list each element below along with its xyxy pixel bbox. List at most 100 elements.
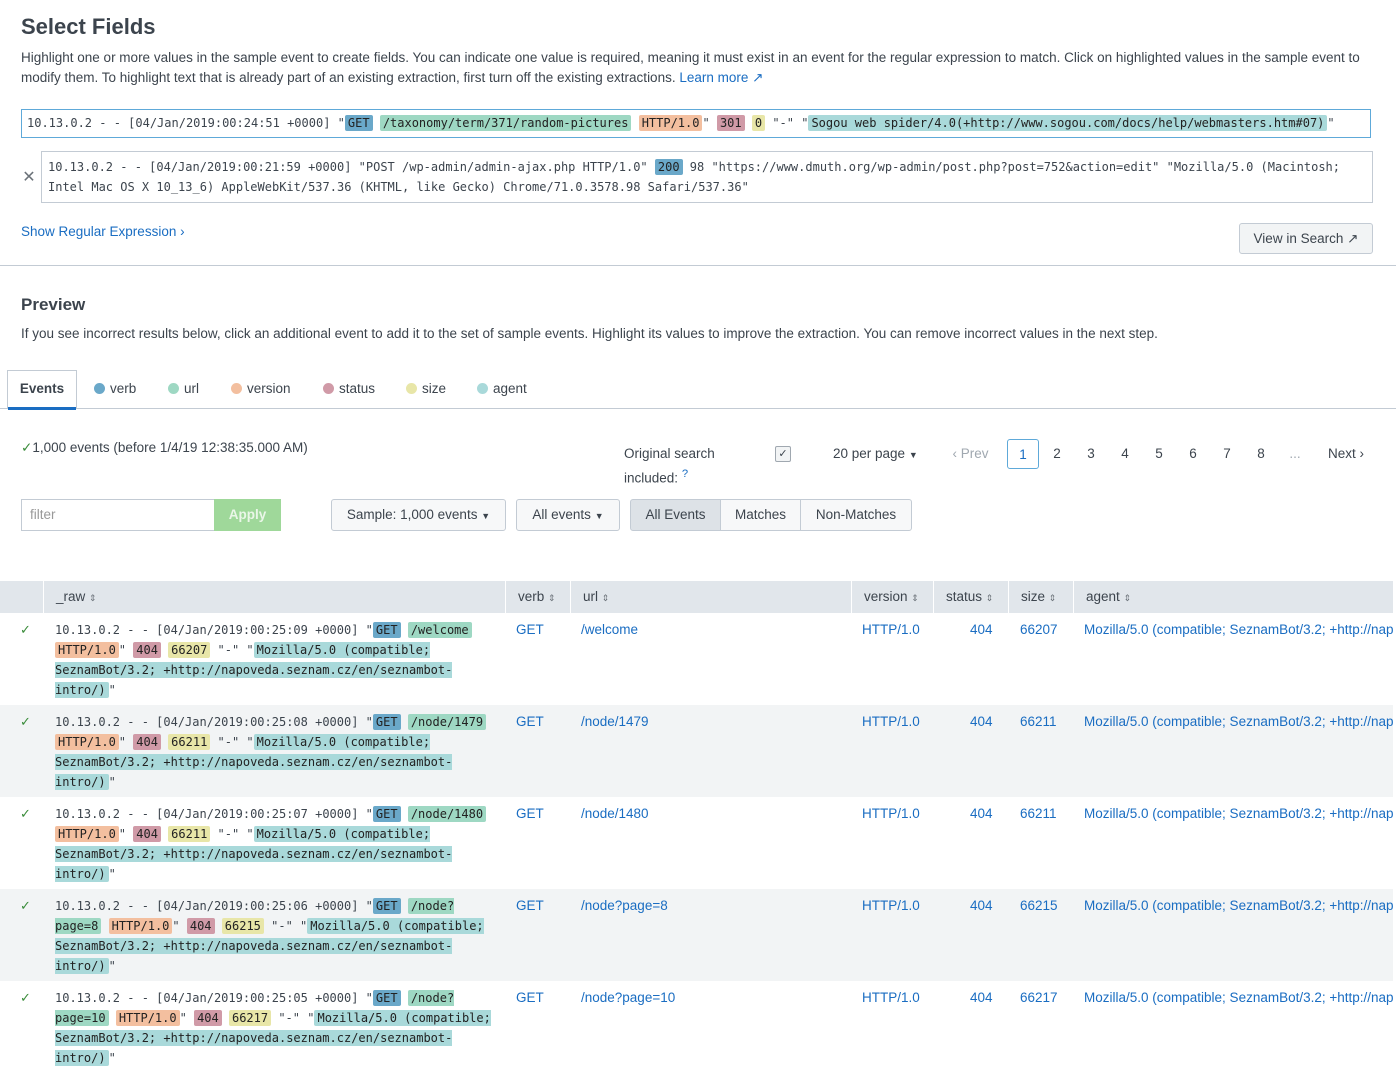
dot-icon (168, 383, 179, 394)
segment-non-matches[interactable]: Non-Matches (800, 499, 912, 531)
tab-field-agent[interactable]: agent (477, 381, 527, 396)
sample-dropdown[interactable]: Sample: 1,000 events ▼ (331, 499, 506, 531)
per-page-dropdown[interactable]: 20 per page ▼ (833, 446, 918, 461)
raw-ts: 25:07 (271, 807, 308, 821)
raw-version[interactable]: HTTP/1.0 (115, 1010, 180, 1026)
raw-size[interactable]: 66215 (221, 918, 264, 934)
raw-size[interactable]: 66207 (168, 642, 211, 658)
sample-dash: "-" " (772, 116, 809, 130)
highlight-agent[interactable]: Sogou web spider/4.0(+http://www.sogou.c… (808, 115, 1328, 131)
highlight-verb[interactable]: GET (344, 115, 373, 131)
raw-event[interactable]: 10.13.0.2 - - [04/Jan/2019:00:25:06 +000… (55, 896, 495, 976)
raw-size[interactable]: 66217 (228, 1010, 272, 1026)
sort-icon: ⇕ (911, 593, 919, 603)
tab-field-verb[interactable]: verb (94, 381, 136, 396)
all-events-dropdown[interactable]: All events ▼ (516, 499, 620, 531)
page-8[interactable]: 8 (1245, 439, 1277, 469)
raw-version[interactable]: HTTP/1.0 (108, 918, 173, 934)
raw-size[interactable]: 66211 (168, 734, 211, 750)
column-url[interactable]: url ⇕ (570, 581, 851, 613)
show-regex-label: Show Regular Expression (21, 224, 177, 239)
show-regex-link[interactable]: Show Regular Expression › (21, 224, 185, 239)
tab-events[interactable]: Events (7, 370, 77, 410)
highlight-url[interactable]: /taxonomy/term/371/random-pictures (379, 115, 632, 131)
apply-button[interactable]: Apply (214, 499, 281, 531)
raw-version[interactable]: HTTP/1.0 (55, 826, 119, 842)
column-version[interactable]: version ⇕ (851, 581, 933, 613)
column-agent[interactable]: agent ⇕ (1073, 581, 1393, 613)
raw-url[interactable]: /welcome (407, 622, 472, 638)
raw-verb[interactable]: GET (372, 898, 401, 914)
raw-status[interactable]: 404 (194, 1010, 222, 1026)
extra-highlight-status[interactable]: 200 (654, 159, 683, 175)
raw-size[interactable]: 66211 (168, 826, 211, 842)
help-icon[interactable]: ? (682, 468, 688, 480)
additional-event[interactable]: 10.13.0.2 - - [04/Jan/2019:00:21:59 +000… (41, 151, 1373, 203)
tab-field-version[interactable]: version (231, 381, 291, 396)
tab-field-url[interactable]: url (168, 381, 199, 396)
learn-more-link[interactable]: Learn more ↗ (679, 70, 763, 85)
raw-event[interactable]: 10.13.0.2 - - [04/Jan/2019:00:25:07 +000… (55, 804, 495, 884)
page-3[interactable]: 3 (1075, 439, 1107, 469)
column-raw[interactable]: _raw ⇕ (43, 581, 505, 613)
pagination-prev[interactable]: ‹ Prev (948, 439, 993, 469)
table-row[interactable]: ✓ 10.13.0.2 - - [04/Jan/2019:00:25:05 +00… (0, 981, 1393, 1073)
column-verb[interactable]: verb ⇕ (505, 581, 570, 613)
page-6[interactable]: 6 (1177, 439, 1209, 469)
raw-verb[interactable]: GET (372, 806, 401, 822)
column-size[interactable]: size ⇕ (1008, 581, 1073, 613)
original-search-checkbox[interactable]: ✓ (775, 446, 791, 462)
table-row[interactable]: ✓ 10.13.0.2 - - [04/Jan/2019:00:25:09 +00… (0, 613, 1393, 705)
sort-icon: ⇕ (548, 593, 556, 603)
pagination-next[interactable]: Next › (1320, 439, 1372, 469)
preview-description: If you see incorrect results below, clic… (21, 326, 1158, 341)
raw-version[interactable]: HTTP/1.0 (55, 734, 119, 750)
table-row[interactable]: ✓ 10.13.0.2 - - [04/Jan/2019:00:25:06 +00… (0, 889, 1393, 981)
segment-matches[interactable]: Matches (720, 499, 801, 531)
raw-url[interactable]: /node/1480 (407, 806, 487, 822)
field-label: version (247, 381, 291, 396)
col-label: _raw (56, 589, 86, 604)
cell-url: /node?page=10 (581, 990, 676, 1005)
raw-verb[interactable]: GET (372, 990, 401, 1006)
filter-input[interactable]: filter (21, 499, 215, 531)
page-2[interactable]: 2 (1041, 439, 1073, 469)
raw-url[interactable]: /node/1479 (407, 714, 487, 730)
segment-all-events[interactable]: All Events (630, 499, 721, 531)
raw-event[interactable]: 10.13.0.2 - - [04/Jan/2019:00:25:05 +000… (55, 988, 495, 1068)
sort-icon: ⇕ (601, 593, 610, 603)
highlight-version[interactable]: HTTP/1.0 (638, 115, 703, 131)
page-ellipsis: ... (1289, 446, 1301, 461)
page-5[interactable]: 5 (1143, 439, 1175, 469)
remove-event-icon[interactable]: ✕ (21, 167, 37, 187)
raw-version[interactable]: HTTP/1.0 (55, 642, 119, 658)
highlight-size[interactable]: 0 (751, 115, 766, 131)
highlight-status[interactable]: 301 (716, 115, 745, 131)
raw-status[interactable]: 404 (133, 642, 161, 658)
raw-status[interactable]: 404 (186, 918, 215, 934)
raw-event[interactable]: 10.13.0.2 - - [04/Jan/2019:00:25:09 +000… (55, 620, 495, 700)
raw-status[interactable]: 404 (133, 734, 161, 750)
caret-down-icon: ▼ (908, 450, 918, 460)
table-row[interactable]: ✓ 10.13.0.2 - - [04/Jan/2019:00:25:08 +00… (0, 705, 1393, 797)
col-label: verb (518, 589, 545, 604)
page-7[interactable]: 7 (1211, 439, 1243, 469)
tab-field-size[interactable]: size (406, 381, 446, 396)
dot-icon (323, 383, 334, 394)
page-4[interactable]: 4 (1109, 439, 1141, 469)
sample-event[interactable]: 10.13.0.2 - - [04/Jan/2019:00:24:51 +000… (21, 109, 1371, 138)
raw-verb[interactable]: GET (372, 714, 401, 730)
tab-field-status[interactable]: status (323, 381, 375, 396)
cell-status: 404 (970, 898, 993, 913)
raw-status[interactable]: 404 (133, 826, 161, 842)
cell-version: HTTP/1.0 (862, 898, 920, 913)
table-row[interactable]: ✓ 10.13.0.2 - - [04/Jan/2019:00:25:07 +00… (0, 797, 1393, 889)
dot-icon (477, 383, 488, 394)
raw-event[interactable]: 10.13.0.2 - - [04/Jan/2019:00:25:08 +000… (55, 712, 495, 792)
column-status[interactable]: status ⇕ (933, 581, 1008, 613)
check-icon: ✓ (21, 440, 33, 455)
page-1[interactable]: 1 (1007, 439, 1039, 469)
view-in-search-button[interactable]: View in Search ↗ (1239, 223, 1373, 254)
cell-version: HTTP/1.0 (862, 990, 920, 1005)
raw-verb[interactable]: GET (372, 622, 401, 638)
